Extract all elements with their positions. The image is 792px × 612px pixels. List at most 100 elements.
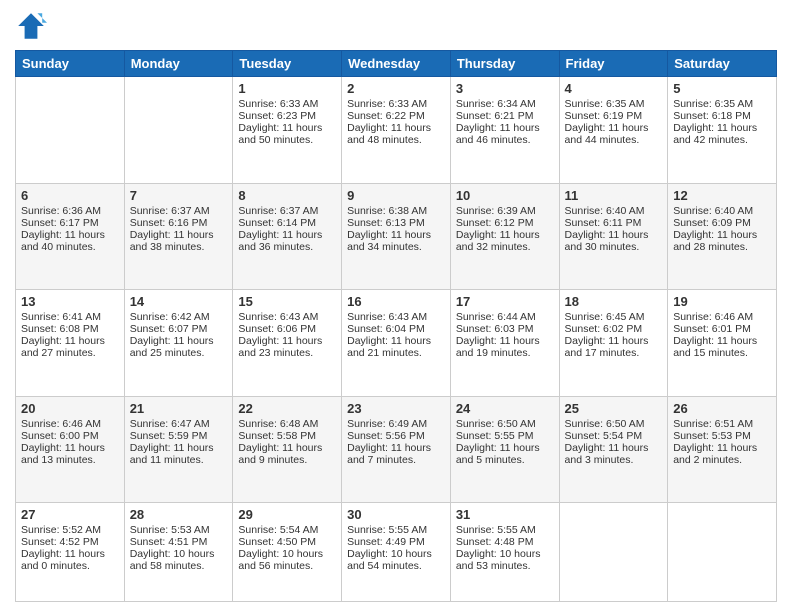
- calendar-cell: 8Sunrise: 6:37 AMSunset: 6:14 PMDaylight…: [233, 183, 342, 290]
- day-number: 30: [347, 507, 445, 522]
- day-info: Sunrise: 6:46 AM: [673, 311, 771, 323]
- calendar-week-4: 20Sunrise: 6:46 AMSunset: 6:00 PMDayligh…: [16, 396, 777, 503]
- calendar-cell: 31Sunrise: 5:55 AMSunset: 4:48 PMDayligh…: [450, 503, 559, 602]
- day-info: Sunset: 6:16 PM: [130, 217, 228, 229]
- day-number: 4: [565, 81, 663, 96]
- day-info: Daylight: 11 hours and 32 minutes.: [456, 229, 554, 253]
- day-info: Daylight: 11 hours and 30 minutes.: [565, 229, 663, 253]
- day-info: Daylight: 10 hours and 54 minutes.: [347, 548, 445, 572]
- day-info: Sunset: 6:12 PM: [456, 217, 554, 229]
- day-info: Sunset: 6:18 PM: [673, 110, 771, 122]
- day-info: Daylight: 11 hours and 13 minutes.: [21, 442, 119, 466]
- day-number: 28: [130, 507, 228, 522]
- calendar-cell: 10Sunrise: 6:39 AMSunset: 6:12 PMDayligh…: [450, 183, 559, 290]
- calendar-table: SundayMondayTuesdayWednesdayThursdayFrid…: [15, 50, 777, 602]
- calendar-cell: 2Sunrise: 6:33 AMSunset: 6:22 PMDaylight…: [342, 77, 451, 184]
- day-number: 26: [673, 401, 771, 416]
- day-info: Daylight: 11 hours and 19 minutes.: [456, 335, 554, 359]
- calendar-cell: 26Sunrise: 6:51 AMSunset: 5:53 PMDayligh…: [668, 396, 777, 503]
- calendar-cell: 25Sunrise: 6:50 AMSunset: 5:54 PMDayligh…: [559, 396, 668, 503]
- day-info: Sunrise: 6:33 AM: [347, 98, 445, 110]
- day-info: Daylight: 11 hours and 23 minutes.: [238, 335, 336, 359]
- day-number: 5: [673, 81, 771, 96]
- calendar-cell: 29Sunrise: 5:54 AMSunset: 4:50 PMDayligh…: [233, 503, 342, 602]
- day-info: Daylight: 11 hours and 36 minutes.: [238, 229, 336, 253]
- day-info: Sunrise: 6:51 AM: [673, 418, 771, 430]
- calendar-week-1: 1Sunrise: 6:33 AMSunset: 6:23 PMDaylight…: [16, 77, 777, 184]
- day-info: Sunset: 6:19 PM: [565, 110, 663, 122]
- day-info: Sunset: 5:58 PM: [238, 430, 336, 442]
- day-info: Sunrise: 6:37 AM: [238, 205, 336, 217]
- calendar-cell: 12 Sunrise: 6:40 AMSunset: 6:09 PMDayligh…: [668, 183, 777, 290]
- day-info: Daylight: 11 hours and 38 minutes.: [130, 229, 228, 253]
- day-info: Sunset: 5:54 PM: [565, 430, 663, 442]
- day-info: Daylight: 10 hours and 58 minutes.: [130, 548, 228, 572]
- day-info: Daylight: 11 hours and 28 minutes.: [673, 229, 771, 253]
- calendar-cell: 19Sunrise: 6:46 AMSunset: 6:01 PMDayligh…: [668, 290, 777, 397]
- calendar-cell: 7Sunrise: 6:37 AMSunset: 6:16 PMDaylight…: [124, 183, 233, 290]
- day-info: Sunrise: 6:46 AM: [21, 418, 119, 430]
- day-number: 16: [347, 294, 445, 309]
- calendar-cell: 13Sunrise: 6:41 AMSunset: 6:08 PMDayligh…: [16, 290, 125, 397]
- day-info: Sunset: 6:00 PM: [21, 430, 119, 442]
- day-info: Sunrise: 6:33 AM: [238, 98, 336, 110]
- calendar-header-row: SundayMondayTuesdayWednesdayThursdayFrid…: [16, 51, 777, 77]
- day-info: Sunrise: 5:54 AM: [238, 524, 336, 536]
- day-number: 22: [238, 401, 336, 416]
- day-info: Sunset: 6:04 PM: [347, 323, 445, 335]
- day-info: Sunset: 6:14 PM: [238, 217, 336, 229]
- day-number: 11: [565, 188, 663, 203]
- day-info: Sunrise: 6:49 AM: [347, 418, 445, 430]
- day-info: Daylight: 11 hours and 15 minutes.: [673, 335, 771, 359]
- day-number: 18: [565, 294, 663, 309]
- day-number: 31: [456, 507, 554, 522]
- day-number: 13: [21, 294, 119, 309]
- day-number: 1: [238, 81, 336, 96]
- day-number: 12: [673, 188, 771, 203]
- day-info: Sunset: 5:53 PM: [673, 430, 771, 442]
- day-info: Sunset: 6:03 PM: [456, 323, 554, 335]
- calendar-cell: [124, 77, 233, 184]
- day-info: Sunset: 6:09 PM: [673, 217, 771, 229]
- weekday-header-saturday: Saturday: [668, 51, 777, 77]
- day-number: 23: [347, 401, 445, 416]
- weekday-header-monday: Monday: [124, 51, 233, 77]
- day-number: 27: [21, 507, 119, 522]
- day-info: Daylight: 11 hours and 0 minutes.: [21, 548, 119, 572]
- calendar-cell: 9Sunrise: 6:38 AMSunset: 6:13 PMDaylight…: [342, 183, 451, 290]
- logo: [15, 10, 51, 42]
- day-info: Sunset: 6:23 PM: [238, 110, 336, 122]
- weekday-header-thursday: Thursday: [450, 51, 559, 77]
- day-number: 10: [456, 188, 554, 203]
- calendar-cell: 22Sunrise: 6:48 AMSunset: 5:58 PMDayligh…: [233, 396, 342, 503]
- weekday-header-friday: Friday: [559, 51, 668, 77]
- calendar-cell: 16Sunrise: 6:43 AMSunset: 6:04 PMDayligh…: [342, 290, 451, 397]
- calendar-cell: 11Sunrise: 6:40 AMSunset: 6:11 PMDayligh…: [559, 183, 668, 290]
- day-info: Sunrise: 6:35 AM: [565, 98, 663, 110]
- day-info: Daylight: 11 hours and 7 minutes.: [347, 442, 445, 466]
- day-info: Daylight: 10 hours and 56 minutes.: [238, 548, 336, 572]
- day-info: Daylight: 11 hours and 11 minutes.: [130, 442, 228, 466]
- day-info: Sunrise: 6:42 AM: [130, 311, 228, 323]
- day-info: Sunrise: 6:40 AM: [673, 205, 771, 217]
- calendar-cell: [559, 503, 668, 602]
- day-info: Sunset: 6:13 PM: [347, 217, 445, 229]
- day-info: Daylight: 11 hours and 50 minutes.: [238, 122, 336, 146]
- day-info: Daylight: 11 hours and 42 minutes.: [673, 122, 771, 146]
- calendar-week-2: 6Sunrise: 6:36 AMSunset: 6:17 PMDaylight…: [16, 183, 777, 290]
- day-info: Sunrise: 6:41 AM: [21, 311, 119, 323]
- day-info: Sunset: 4:49 PM: [347, 536, 445, 548]
- day-info: Sunrise: 6:50 AM: [565, 418, 663, 430]
- day-info: Sunrise: 5:55 AM: [347, 524, 445, 536]
- calendar-cell: 5Sunrise: 6:35 AMSunset: 6:18 PMDaylight…: [668, 77, 777, 184]
- day-number: 17: [456, 294, 554, 309]
- day-info: Sunrise: 6:36 AM: [21, 205, 119, 217]
- day-info: Sunset: 4:48 PM: [456, 536, 554, 548]
- day-info: Sunset: 5:55 PM: [456, 430, 554, 442]
- page: SundayMondayTuesdayWednesdayThursdayFrid…: [0, 0, 792, 612]
- day-number: 20: [21, 401, 119, 416]
- day-number: 25: [565, 401, 663, 416]
- day-info: Sunset: 6:07 PM: [130, 323, 228, 335]
- day-info: Sunrise: 6:34 AM: [456, 98, 554, 110]
- day-number: 24: [456, 401, 554, 416]
